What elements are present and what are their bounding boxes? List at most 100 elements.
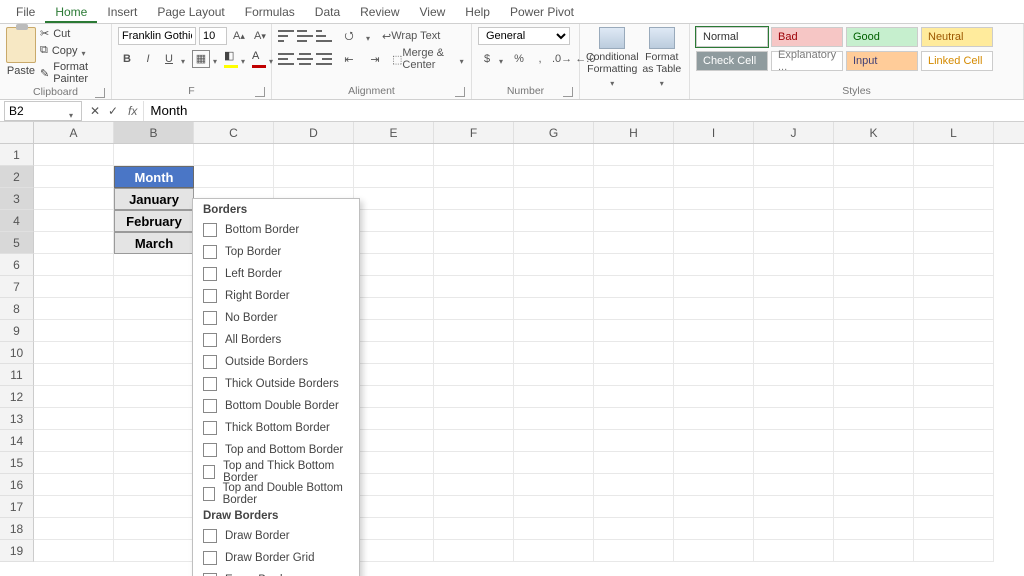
cell[interactable] (514, 320, 594, 342)
align-left-button[interactable] (278, 53, 294, 65)
dialog-launcher-icon[interactable] (255, 87, 265, 97)
row-header[interactable]: 12 (0, 386, 34, 408)
cell[interactable] (674, 364, 754, 386)
style-neutral[interactable]: Neutral (921, 27, 993, 47)
fill-color-button[interactable]: ◧ (224, 49, 238, 68)
menu-item-bottom-double-border[interactable]: Bottom Double Border (193, 395, 359, 417)
cell[interactable] (754, 298, 834, 320)
cell[interactable] (514, 210, 594, 232)
cell[interactable] (34, 518, 114, 540)
format-painter-button[interactable]: ✎ Format Painter (40, 61, 105, 85)
cell[interactable] (754, 232, 834, 254)
formula-input[interactable] (143, 101, 1024, 121)
column-header[interactable]: K (834, 122, 914, 143)
cell[interactable] (434, 276, 514, 298)
cell[interactable] (514, 188, 594, 210)
font-size-combo[interactable] (199, 27, 227, 45)
cell[interactable] (914, 320, 994, 342)
cell[interactable] (914, 276, 994, 298)
cell[interactable] (594, 452, 674, 474)
cell[interactable] (354, 518, 434, 540)
cell[interactable] (754, 144, 834, 166)
column-header[interactable]: J (754, 122, 834, 143)
shrink-font-button[interactable]: A▾ (251, 27, 269, 45)
cell[interactable] (34, 298, 114, 320)
cell[interactable] (594, 254, 674, 276)
cell[interactable] (834, 232, 914, 254)
copy-button[interactable]: ⧉ Copy (40, 44, 105, 57)
row-header[interactable]: 5 (0, 232, 34, 254)
style-good[interactable]: Good (846, 27, 918, 47)
cell[interactable] (594, 540, 674, 562)
bold-button[interactable]: B (118, 50, 136, 68)
cell[interactable] (674, 496, 754, 518)
cell[interactable] (674, 474, 754, 496)
cell[interactable] (34, 188, 114, 210)
tab-data[interactable]: Data (305, 1, 350, 23)
cell[interactable] (34, 408, 114, 430)
cell[interactable] (114, 144, 194, 166)
cell[interactable] (914, 364, 994, 386)
cell[interactable] (514, 254, 594, 276)
cell[interactable] (354, 364, 434, 386)
cell[interactable] (514, 232, 594, 254)
row-header[interactable]: 13 (0, 408, 34, 430)
cell[interactable] (34, 144, 114, 166)
cell[interactable] (34, 166, 114, 188)
style-bad[interactable]: Bad (771, 27, 843, 47)
cell[interactable] (34, 232, 114, 254)
cell[interactable] (834, 474, 914, 496)
cell[interactable] (594, 188, 674, 210)
cell[interactable] (834, 210, 914, 232)
cell[interactable] (514, 540, 594, 562)
tab-home[interactable]: Home (45, 1, 97, 23)
cell[interactable] (914, 254, 994, 276)
menu-item-erase-border[interactable]: Erase Border (193, 569, 359, 576)
menu-item-top-and-thick-bottom-border[interactable]: Top and Thick Bottom Border (193, 461, 359, 483)
tab-page-layout[interactable]: Page Layout (147, 1, 234, 23)
cell[interactable] (354, 386, 434, 408)
cell[interactable] (34, 474, 114, 496)
cell[interactable] (674, 298, 754, 320)
font-name-combo[interactable] (118, 27, 196, 45)
cell[interactable] (34, 430, 114, 452)
cell[interactable] (674, 210, 754, 232)
cell[interactable] (114, 518, 194, 540)
cell[interactable] (34, 540, 114, 562)
cell[interactable] (914, 518, 994, 540)
cell[interactable] (354, 298, 434, 320)
cell[interactable] (434, 342, 514, 364)
cell[interactable] (114, 254, 194, 276)
cell[interactable] (34, 364, 114, 386)
cell[interactable] (114, 430, 194, 452)
cell[interactable] (514, 298, 594, 320)
conditional-formatting-button[interactable]: Conditional Formatting (586, 27, 639, 85)
cell[interactable] (834, 320, 914, 342)
cell[interactable] (674, 232, 754, 254)
cell[interactable] (34, 342, 114, 364)
font-color-button[interactable]: A (252, 50, 266, 68)
cell[interactable] (514, 364, 594, 386)
fx-icon[interactable]: fx (122, 104, 143, 118)
comma-button[interactable]: , (531, 50, 549, 68)
menu-item-left-border[interactable]: Left Border (193, 263, 359, 285)
cell[interactable] (674, 518, 754, 540)
cell[interactable] (834, 254, 914, 276)
cell[interactable] (354, 166, 434, 188)
cell[interactable] (354, 254, 434, 276)
cell[interactable] (914, 430, 994, 452)
cell[interactable] (194, 144, 274, 166)
cell[interactable] (754, 474, 834, 496)
cell[interactable] (834, 188, 914, 210)
cell[interactable] (594, 342, 674, 364)
column-header[interactable]: B (114, 122, 194, 143)
confirm-edit-icon[interactable]: ✓ (104, 102, 122, 120)
menu-item-thick-bottom-border[interactable]: Thick Bottom Border (193, 417, 359, 439)
cell[interactable]: Month (114, 166, 194, 188)
cell[interactable] (114, 408, 194, 430)
cell[interactable] (34, 254, 114, 276)
cell[interactable] (434, 298, 514, 320)
column-header[interactable]: E (354, 122, 434, 143)
menu-item-thick-outside-borders[interactable]: Thick Outside Borders (193, 373, 359, 395)
merge-dd[interactable] (460, 55, 465, 63)
